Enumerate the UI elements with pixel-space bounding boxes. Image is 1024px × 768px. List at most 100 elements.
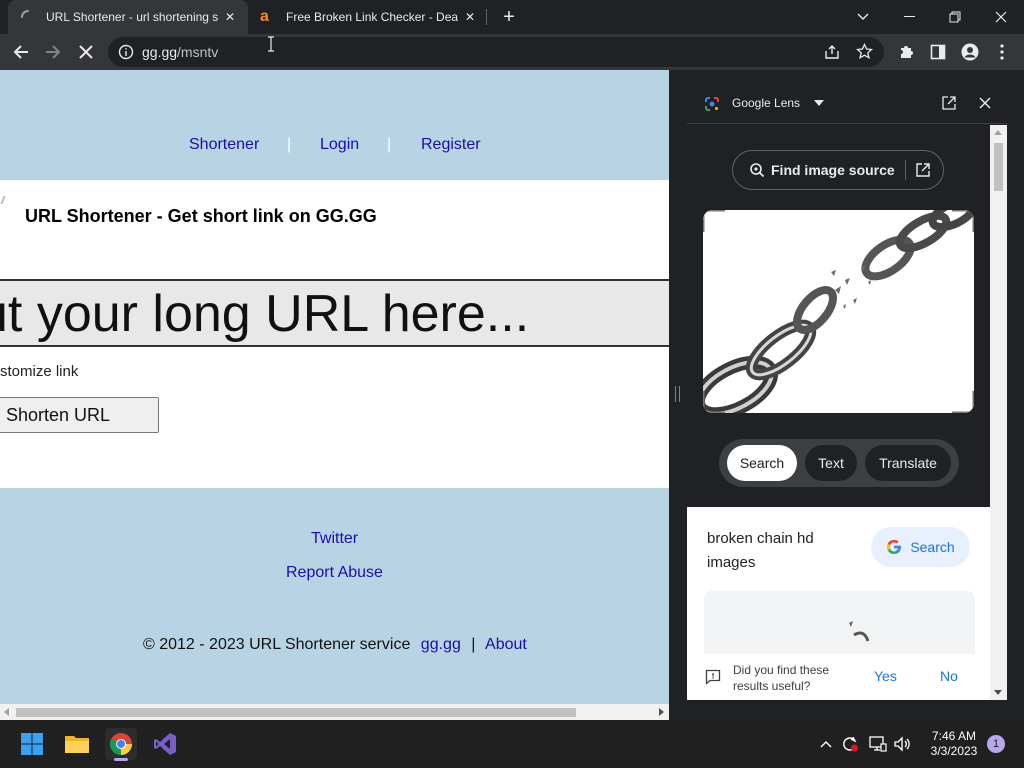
feedback-bar: Did you find these results useful? Yes N…: [687, 654, 990, 700]
copyright-line: © 2012 - 2023 URL Shortener service gg.g…: [143, 636, 527, 654]
volume-icon[interactable]: [893, 735, 911, 753]
open-in-new-tab-icon[interactable]: [942, 96, 956, 110]
tab-broken-link-checker[interactable]: a Free Broken Link Checker - Dead ✕: [250, 0, 486, 34]
menu-kebab-icon[interactable]: [986, 36, 1018, 68]
shorten-url-button[interactable]: Shorten URL: [0, 397, 159, 433]
url-path: /msntv: [177, 44, 219, 60]
tab-close-icon[interactable]: ✕: [222, 9, 238, 25]
logo-fragment: [0, 196, 6, 204]
side-panel-scroll-thumb[interactable]: [994, 143, 1003, 191]
tab-url-shortener[interactable]: URL Shortener - url shortening se ✕: [8, 0, 248, 34]
feedback-no-button[interactable]: No: [940, 668, 958, 684]
broken-chain-illustration: [703, 210, 974, 413]
lens-search-icon: [749, 162, 765, 178]
stop-loading-icon[interactable]: [70, 36, 102, 68]
close-window-icon[interactable]: [978, 0, 1024, 34]
scroll-down-arrow-icon[interactable]: [994, 690, 1002, 696]
report-abuse-link[interactable]: Report Abuse: [286, 564, 383, 582]
site-title: URL Shortener - Get short link on GG.GG: [25, 206, 377, 226]
active-app-indicator: [114, 758, 128, 761]
nav-login-link[interactable]: Login: [320, 136, 359, 154]
url-text: gg.gg/msntv: [142, 44, 218, 60]
side-panel-title: Google Lens: [732, 96, 801, 110]
google-search-button[interactable]: Search: [871, 527, 970, 567]
new-tab-plus-icon[interactable]: +: [499, 7, 519, 27]
result-thumbnail[interactable]: [704, 591, 975, 661]
google-lens-side-panel: Google Lens Find image source Search Tex…: [687, 70, 1024, 720]
close-panel-icon[interactable]: [979, 97, 991, 109]
page-footer: Twitter Report Abuse © 2012 - 2023 URL S…: [0, 488, 669, 704]
page-header: Shortener | Login | Register: [0, 70, 669, 180]
share-icon[interactable]: [824, 44, 840, 60]
nav-shortener-link[interactable]: Shortener: [189, 136, 259, 154]
customize-link-label[interactable]: stomize link: [0, 363, 78, 380]
scroll-left-arrow-icon[interactable]: [4, 708, 10, 716]
about-link[interactable]: About: [485, 636, 527, 653]
visual-studio-icon[interactable]: [149, 728, 181, 760]
url-host: gg.gg: [142, 44, 178, 60]
site-info-icon[interactable]: [118, 44, 134, 60]
feedback-icon: [705, 669, 721, 685]
lens-image-area: Find image source Search Text Translate: [687, 125, 990, 507]
nav-separator: |: [387, 136, 392, 153]
chrome-taskbar-icon[interactable]: [105, 728, 137, 761]
bookmark-star-icon[interactable]: [856, 43, 873, 60]
lens-mode-switcher: Search Text Translate: [719, 439, 959, 487]
copyright-text: © 2012 - 2023 URL Shortener service: [143, 636, 411, 653]
side-panel-resize-handle[interactable]: [669, 70, 687, 720]
search-mode-button[interactable]: Search: [727, 445, 797, 481]
scroll-up-arrow-icon[interactable]: [994, 129, 1002, 135]
nav-register-link[interactable]: Register: [421, 136, 481, 154]
forward-arrow-icon[interactable]: [37, 36, 69, 68]
browser-toolbar: gg.gg/msntv: [0, 34, 1024, 70]
restore-icon[interactable]: [932, 0, 978, 34]
minimize-icon[interactable]: [886, 0, 932, 34]
nav-separator: |: [287, 136, 292, 153]
system-clock[interactable]: 7:46 AM 3/3/2023: [921, 729, 987, 759]
windows-start-icon[interactable]: [16, 728, 48, 760]
profile-avatar-icon[interactable]: [954, 36, 986, 68]
broken-chain-image[interactable]: [703, 210, 974, 413]
side-panel-scrollbar[interactable]: [990, 125, 1007, 700]
lens-results: broken chain hd images Search Did you fi…: [687, 507, 990, 700]
notification-badge[interactable]: 1: [987, 735, 1005, 753]
tab-strip: URL Shortener - url shortening se ✕ a Fr…: [0, 0, 1024, 34]
google-lens-logo-icon: [704, 96, 720, 112]
find-image-source-button[interactable]: Find image source: [732, 150, 944, 190]
extensions-puzzle-icon[interactable]: [890, 36, 922, 68]
gg-gg-link[interactable]: gg.gg: [421, 636, 461, 653]
tab-search-chevron-icon[interactable]: [840, 0, 886, 34]
text-mode-button[interactable]: Text: [805, 445, 857, 481]
horizontal-scrollbar[interactable]: [0, 704, 669, 720]
tab-close-icon[interactable]: ✕: [462, 9, 478, 25]
show-hidden-icons-chevron-icon[interactable]: [817, 735, 835, 753]
feedback-yes-button[interactable]: Yes: [874, 668, 897, 684]
button-divider: [904, 160, 906, 180]
find-image-source-label: Find image source: [771, 162, 895, 178]
horizontal-scroll-thumb[interactable]: [16, 708, 576, 717]
grip-line: [675, 386, 676, 402]
network-icon[interactable]: [869, 735, 887, 753]
panel-dropdown-caret-icon[interactable]: [814, 100, 824, 106]
result-query-text[interactable]: broken chain hd images: [707, 527, 847, 575]
google-search-label: Search: [910, 539, 955, 555]
twitter-link[interactable]: Twitter: [311, 530, 358, 548]
side-panel-icon[interactable]: [922, 36, 954, 68]
scroll-right-arrow-icon[interactable]: [658, 708, 664, 716]
tab-title: URL Shortener - url shortening se: [46, 10, 218, 24]
address-bar[interactable]: gg.gg/msntv: [108, 37, 884, 67]
google-g-icon: [886, 539, 902, 555]
translate-mode-button[interactable]: Translate: [865, 445, 951, 481]
tab-title: Free Broken Link Checker - Dead: [286, 10, 458, 24]
tab-divider: [486, 9, 487, 25]
long-url-input[interactable]: ut your long URL here...: [0, 279, 669, 347]
windows-taskbar: 7:46 AM 3/3/2023 1: [0, 720, 1024, 768]
file-explorer-icon[interactable]: [61, 728, 93, 760]
sync-alert-icon[interactable]: [841, 735, 859, 753]
open-external-icon: [916, 163, 930, 177]
side-panel-header: Google Lens: [687, 84, 1007, 124]
text-cursor-icon: [267, 36, 275, 52]
back-arrow-icon[interactable]: [5, 36, 37, 68]
clock-date: 3/3/2023: [930, 744, 978, 758]
web-page-content: Shortener | Login | Register URL Shorten…: [0, 70, 669, 704]
